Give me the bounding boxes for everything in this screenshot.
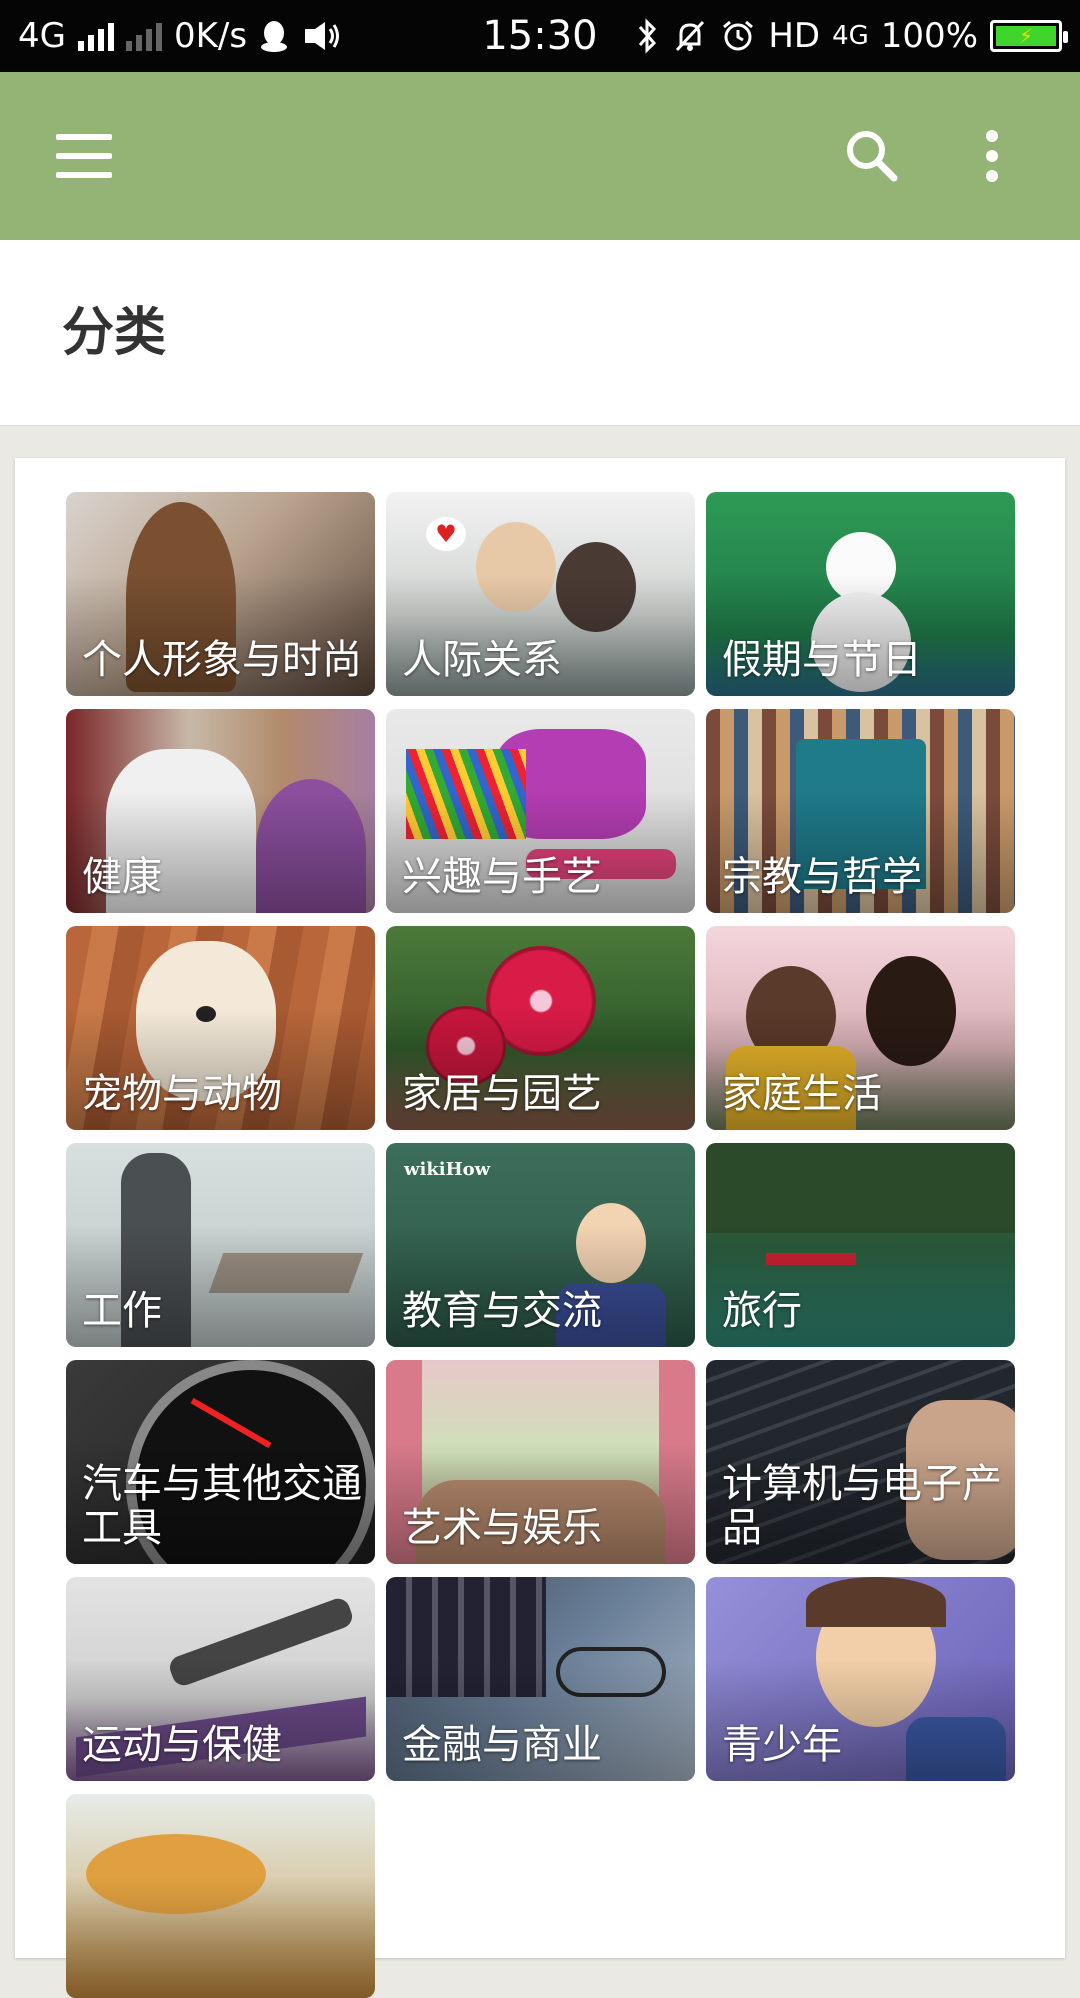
category-tile-travel[interactable]: 旅行 bbox=[706, 1143, 1015, 1347]
qq-icon bbox=[261, 21, 288, 52]
category-tile-health[interactable]: 健康 bbox=[66, 709, 375, 913]
category-tile-home-garden[interactable]: 家居与园艺 bbox=[386, 926, 695, 1130]
category-tile-cars[interactable]: 汽车与其他交通工具 bbox=[66, 1360, 375, 1564]
hamburger-line bbox=[56, 172, 112, 178]
category-label: 汽车与其他交通工具 bbox=[82, 1461, 362, 1551]
hamburger-icon bbox=[56, 134, 112, 140]
category-label: 艺术与娱乐 bbox=[402, 1505, 602, 1551]
alarm-icon bbox=[723, 20, 754, 51]
hd-indicator: HD bbox=[768, 16, 821, 56]
category-tile-work[interactable]: 工作 bbox=[66, 1143, 375, 1347]
category-tile-holidays[interactable]: 假期与节日 bbox=[706, 492, 1015, 696]
category-label: 人际关系 bbox=[402, 637, 562, 683]
status-left: 4G 0K/s bbox=[18, 16, 341, 56]
category-card: 个人形象与时尚 ♥ 人际关系 假期与节日 健康 兴趣与手艺 宗教与哲学 宠物与动… bbox=[15, 458, 1065, 1998]
menu-button[interactable] bbox=[40, 116, 120, 196]
network-speed: 0K/s bbox=[173, 16, 248, 56]
hamburger-line bbox=[56, 153, 112, 159]
tile-image bbox=[806, 1577, 946, 1627]
tile-image bbox=[706, 1143, 1015, 1233]
battery-percent: 100% bbox=[880, 16, 978, 56]
app-toolbar bbox=[0, 72, 1080, 240]
category-tile-arts[interactable]: 艺术与娱乐 bbox=[386, 1360, 695, 1564]
category-label: 假期与节日 bbox=[722, 637, 922, 683]
category-tile-computers[interactable]: 计算机与电子产品 bbox=[706, 1360, 1015, 1564]
category-tile-sports[interactable]: 运动与保健 bbox=[66, 1577, 375, 1781]
category-grid: 个人形象与时尚 ♥ 人际关系 假期与节日 健康 兴趣与手艺 宗教与哲学 宠物与动… bbox=[66, 492, 1015, 1998]
category-label: 宠物与动物 bbox=[82, 1071, 282, 1117]
category-tile-fashion[interactable]: 个人形象与时尚 bbox=[66, 492, 375, 696]
bluetooth-icon bbox=[639, 18, 657, 54]
search-button[interactable] bbox=[824, 108, 920, 204]
category-tile-food[interactable] bbox=[66, 1794, 375, 1998]
more-vert-icon bbox=[986, 130, 998, 182]
category-label: 教育与交流 bbox=[402, 1288, 602, 1334]
vibrate-icon bbox=[305, 22, 340, 50]
category-label: 家居与园艺 bbox=[402, 1071, 602, 1117]
category-tile-finance[interactable]: 金融与商业 bbox=[386, 1577, 695, 1781]
tile-shade bbox=[66, 1875, 375, 1998]
more-options-button[interactable] bbox=[944, 108, 1040, 204]
category-label: 金融与商业 bbox=[402, 1722, 602, 1768]
heart-icon: ♥ bbox=[426, 517, 466, 551]
search-icon bbox=[847, 131, 898, 182]
category-tile-family[interactable]: 家庭生活 bbox=[706, 926, 1015, 1130]
category-tile-hobbies[interactable]: 兴趣与手艺 bbox=[386, 709, 695, 913]
page-title: 分类 bbox=[62, 303, 167, 363]
signal-icon bbox=[77, 21, 114, 51]
category-tile-relationships[interactable]: ♥ 人际关系 bbox=[386, 492, 695, 696]
category-label: 兴趣与手艺 bbox=[402, 854, 602, 900]
battery-icon: ⚡ bbox=[990, 20, 1068, 52]
category-label: 运动与保健 bbox=[82, 1722, 282, 1768]
status-bar: 4G 0K/s 15:30 HD 4G 100% ⚡ bbox=[0, 0, 1080, 72]
category-tile-religion[interactable]: 宗教与哲学 bbox=[706, 709, 1015, 913]
category-label: 个人形象与时尚 bbox=[82, 637, 362, 683]
category-label: 健康 bbox=[82, 854, 162, 900]
category-tile-education[interactable]: wikiHow 教育与交流 bbox=[386, 1143, 695, 1347]
tile-image: wikiHow bbox=[404, 1159, 491, 1180]
category-tile-youth[interactable]: 青少年 bbox=[706, 1577, 1015, 1781]
network-type: 4G bbox=[18, 16, 66, 56]
category-label: 宗教与哲学 bbox=[722, 854, 922, 900]
signal-secondary-icon bbox=[125, 21, 162, 51]
title-section: 分类 bbox=[0, 240, 1080, 426]
category-label: 工作 bbox=[82, 1288, 162, 1334]
category-label: 家庭生活 bbox=[722, 1071, 882, 1117]
category-label: 旅行 bbox=[722, 1288, 802, 1334]
network-type-secondary: 4G bbox=[832, 21, 869, 51]
category-label: 青少年 bbox=[722, 1722, 842, 1768]
mute-notification-icon bbox=[676, 20, 705, 52]
status-right: HD 4G 100% ⚡ bbox=[636, 16, 1068, 56]
category-tile-pets[interactable]: 宠物与动物 bbox=[66, 926, 375, 1130]
category-label: 计算机与电子产品 bbox=[722, 1461, 1002, 1551]
